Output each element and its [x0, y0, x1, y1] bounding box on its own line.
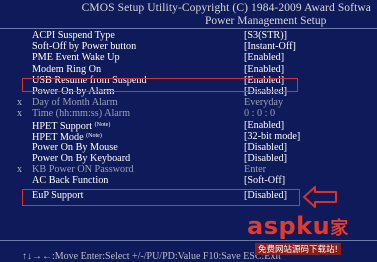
bios-screen: CMOS Setup Utility-Copyright (C) 1984-20… — [0, 0, 377, 262]
disabled-mark: x — [17, 97, 22, 109]
setting-hpet-mode[interactable]: HPET Mode (Note) [32-bit mode] — [0, 131, 377, 143]
watermark-tagline: 免费网站源码下载站! — [255, 243, 341, 255]
setting-day-of-month-alarm: x Day of Month Alarm Everyday — [0, 97, 377, 108]
setting-power-on-by-keyboard[interactable]: Power On By Keyboard [Disabled] — [0, 153, 377, 164]
setting-power-on-by-mouse[interactable]: Power On By Mouse [Disabled] — [0, 142, 377, 153]
bios-header: CMOS Setup Utility-Copyright (C) 1984-20… — [0, 0, 377, 29]
setting-value[interactable]: [Enabled] — [244, 64, 284, 75]
setting-value: Everyday — [244, 97, 284, 109]
setting-time-alarm: x Time (hh:mm:ss) Alarm 0 : 0 : 0 — [0, 108, 377, 119]
note-marker: (Note) — [94, 121, 111, 128]
setting-label: PME Event Wake Up — [32, 52, 120, 64]
watermark-brand: aspku家 — [247, 212, 349, 240]
left-arrow-icon — [303, 186, 337, 208]
usb-resume-highlight-box — [22, 78, 298, 92]
disabled-mark: x — [17, 164, 22, 176]
setting-value: 0 : 0 : 0 — [244, 108, 276, 120]
note-marker: (Note) — [86, 132, 102, 139]
setting-label: AC Back Function — [32, 175, 109, 187]
setting-value[interactable]: [Disabled] — [244, 142, 287, 153]
setting-label: Day of Month Alarm — [32, 97, 118, 109]
watermark-brand-suffix: 家 — [330, 218, 349, 239]
setting-soft-off-by-power-button[interactable]: Soft-Off by Power button [Instant-Off] — [0, 41, 377, 52]
setting-value[interactable]: [Soft-Off] — [244, 175, 285, 186]
setting-kb-power-on-password: x KB Power ON Password Enter — [0, 164, 377, 175]
setting-label: Power On By Keyboard — [32, 153, 131, 165]
setting-label: Modem Ring On — [32, 63, 102, 75]
utility-title: CMOS Setup Utility-Copyright (C) 1984-20… — [81, 2, 371, 14]
key-hint: ↑↓→←:Move Enter:Select +/-/PU/PD:Value F… — [22, 251, 281, 262]
header-divider — [0, 28, 377, 29]
setting-value[interactable]: [32-bit mode] — [244, 131, 300, 142]
eup-support-highlight-box — [22, 189, 300, 206]
setting-label: Power On By Mouse — [32, 141, 118, 153]
setting-label: Time (hh:mm:ss) Alarm — [32, 108, 131, 120]
setting-value[interactable]: [Disabled] — [244, 153, 287, 164]
watermark-logo: aspku家 免费网站源码下载站! — [247, 212, 377, 261]
setting-value: Enter — [244, 164, 267, 176]
setting-label: ACPI Suspend Type — [32, 30, 115, 41]
setting-hpet-support[interactable]: HPET Support (Note) [Enabled] — [0, 120, 377, 132]
page-title: Power Management Setup — [205, 15, 327, 27]
settings-list: ACPI Suspend Type [S3(STR)] Soft-Off by … — [0, 30, 377, 201]
setting-ac-back-function[interactable]: AC Back Function [Soft-Off] — [0, 175, 377, 186]
setting-value[interactable]: [Instant-Off] — [244, 41, 296, 52]
setting-pme-event-wake-up[interactable]: PME Event Wake Up [Enabled] — [0, 52, 377, 63]
setting-value[interactable]: [Enabled] — [244, 120, 284, 131]
setting-label: Soft-Off by Power button — [32, 41, 137, 53]
setting-value[interactable]: [S3(STR)] — [244, 30, 287, 41]
setting-modem-ring-on[interactable]: Modem Ring On [Enabled] — [0, 64, 377, 75]
disabled-mark: x — [17, 108, 22, 120]
watermark-brand-text: aspku — [247, 212, 331, 240]
setting-acpi-suspend-type[interactable]: ACPI Suspend Type [S3(STR)] — [0, 30, 377, 41]
setting-label: KB Power ON Password — [32, 164, 134, 176]
setting-value[interactable]: [Enabled] — [244, 52, 284, 63]
